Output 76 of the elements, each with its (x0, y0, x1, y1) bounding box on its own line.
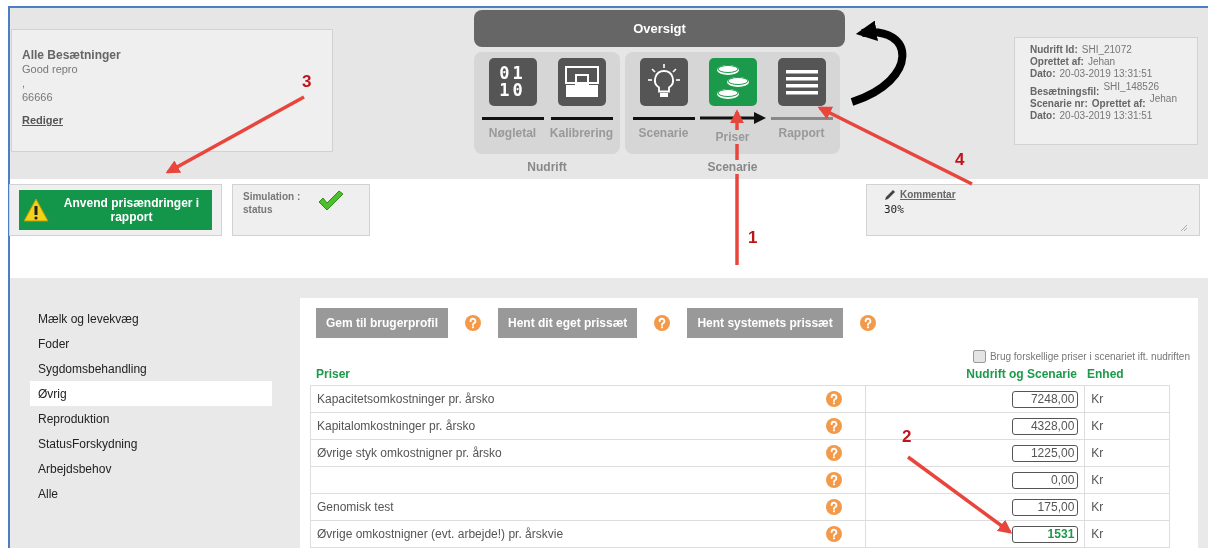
sidebar-item[interactable]: Alle (30, 481, 272, 506)
value-field[interactable]: 7248,00 (1012, 390, 1079, 408)
annotation-number: 4 (955, 150, 965, 170)
row-label: Kapitalomkostninger pr. årsko (317, 419, 476, 433)
sidebar-item[interactable]: Øvrig (30, 381, 272, 406)
checkbox-label: Brug forskellige priser i scenariet ift. nudriften (989, 351, 1190, 362)
comment-field[interactable]: Kommentar 30% (866, 183, 1200, 236)
sidebar-item[interactable]: Arbejdsbehov (30, 456, 272, 481)
row-label: Øvrige omkostnigner (evt. arbejde!) pr. årskvie (317, 527, 564, 541)
value-field[interactable]: 1531 (1012, 525, 1079, 543)
value-field[interactable]: 0,00 (1012, 471, 1079, 489)
help-icon[interactable] (826, 526, 843, 542)
info-value: 20-03-2019 13:31:51 (1059, 110, 1153, 122)
sidebar-item[interactable]: Reproduktion (30, 406, 272, 431)
column-header: Priser (315, 367, 352, 381)
info-value: SHI_148526 (1103, 81, 1160, 93)
sidebar-item[interactable]: Foder (30, 331, 272, 356)
monitor-icon[interactable] (557, 58, 606, 106)
value-field[interactable]: 4328,00 (1012, 417, 1079, 435)
help-icon[interactable] (465, 315, 481, 331)
help-icon[interactable] (826, 499, 843, 515)
row-label: Genomisk test (317, 500, 394, 514)
apply-button[interactable]: Anvend prisændringer i rapport (19, 189, 212, 230)
info-label: Nudrift Id: (1030, 44, 1078, 56)
herd-detail: Good repro (22, 62, 78, 76)
sidebar-item[interactable]: Sygdomsbehandling (30, 356, 272, 381)
column-header: Nudrift og Scenarie (965, 367, 1077, 381)
simulation-status-label: Simulation : status (243, 189, 302, 216)
help-icon[interactable] (826, 418, 843, 434)
resize-grip-icon[interactable] (1181, 224, 1187, 231)
info-label: Dato: (1030, 68, 1056, 80)
pencil-icon (884, 188, 896, 201)
help-icon[interactable] (826, 472, 843, 488)
herd-detail: , (22, 76, 26, 90)
unit-text: Kr (1091, 527, 1104, 541)
sidebar-item[interactable]: Mælk og levekvæg (30, 306, 272, 331)
edit-link[interactable]: Rediger (22, 114, 63, 126)
unit-text: Kr (1091, 473, 1104, 487)
checkbox[interactable] (972, 350, 986, 363)
help-icon[interactable] (826, 391, 843, 407)
list-icon[interactable] (777, 58, 826, 106)
row-label: Øvrige styk omkostnigner pr. årsko (317, 446, 502, 460)
lightbulb-icon[interactable] (639, 58, 688, 106)
info-label: Oprettet af: (1091, 98, 1146, 110)
value-field[interactable]: 1225,00 (1012, 444, 1079, 462)
info-value: Jehan (1087, 56, 1116, 68)
group-label: Nudrift (525, 160, 569, 174)
info-label: Dato: (1030, 110, 1056, 122)
info-label: Oprettet af: (1030, 56, 1084, 68)
comment-link[interactable]: Kommentar (900, 189, 956, 201)
sidebar-item[interactable]: StatusForskydning (30, 431, 272, 456)
herd-detail: 66666 (22, 90, 53, 104)
column-header: Enhed (1086, 367, 1124, 381)
info-value: 20-03-2019 13:31:51 (1059, 68, 1153, 80)
info-value: Jehan (1149, 93, 1177, 105)
info-label: Scenarie nr: (1030, 98, 1088, 110)
annotation-number: 1 (748, 228, 758, 248)
group-label: Scenarie (705, 160, 760, 174)
row-label: Kapacitetsomkostninger pr. årsko (317, 392, 495, 406)
unit-text: Kr (1091, 419, 1104, 433)
unit-text: Kr (1091, 500, 1104, 514)
herd-title: Alle Besætninger (22, 48, 121, 62)
info-value: SHI_21072 (1081, 44, 1132, 56)
annotation-number: 3 (302, 72, 312, 92)
annotation-number: 2 (902, 427, 912, 447)
binary-icon[interactable]: 01 10 (488, 58, 537, 106)
warning-icon (23, 197, 49, 222)
value-field[interactable]: 175,00 (1012, 498, 1079, 516)
unit-text: Kr (1091, 392, 1104, 406)
help-icon[interactable] (826, 445, 843, 461)
coins-icon[interactable] (708, 58, 757, 106)
unit-text: Kr (1091, 446, 1104, 460)
help-icon[interactable] (859, 315, 876, 331)
overview-bar[interactable]: Oversigt (474, 10, 845, 47)
info-label: Besætningsfil: (1030, 86, 1100, 98)
help-icon[interactable] (654, 315, 671, 331)
